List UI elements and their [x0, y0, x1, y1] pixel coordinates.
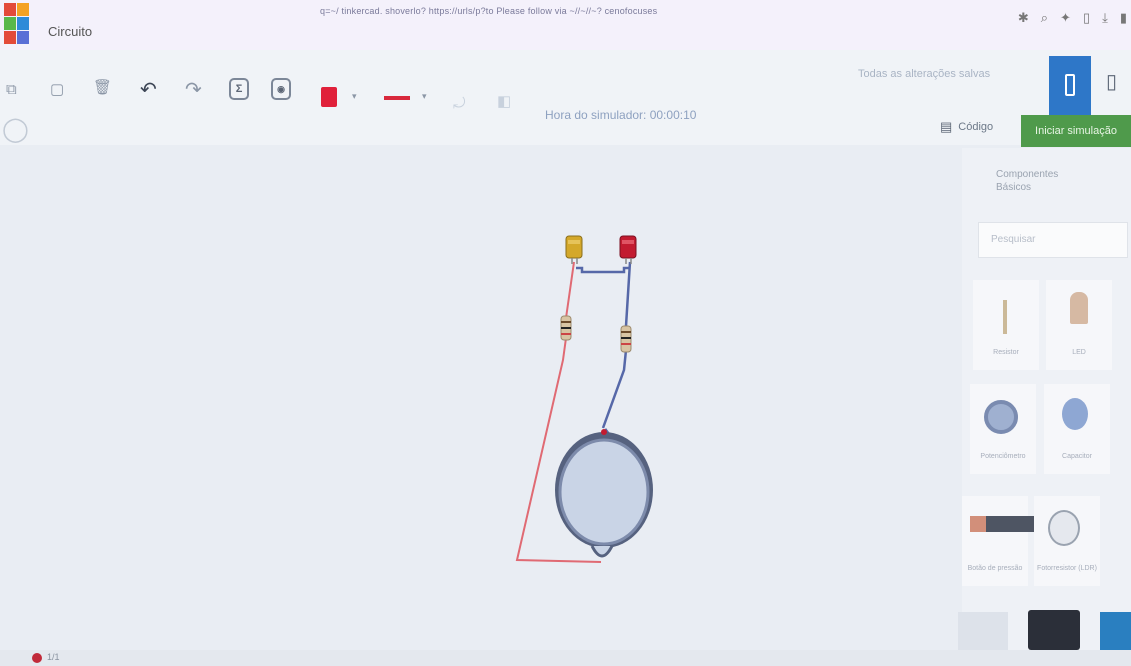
tinkercad-logo[interactable] [4, 3, 29, 44]
component-label: Capacitor [1062, 453, 1092, 460]
search-input[interactable]: Pesquisar [978, 222, 1128, 258]
component-tile-potentiometer[interactable]: Potenciômetro [970, 384, 1036, 474]
components-heading[interactable]: Componentes Básicos [996, 168, 1058, 194]
component-tile-capacitor[interactable]: Capacitor [1044, 384, 1110, 474]
wire-led-bridge[interactable] [576, 266, 630, 274]
download-icon[interactable]: ⤓ [1102, 10, 1108, 26]
push-button-icon [970, 516, 1036, 532]
browser-bar: q=~/ tinkercad. shoverlo? https://urls/p… [0, 0, 1131, 50]
rotate-icon[interactable]: ⤾ [453, 96, 466, 111]
undo-icon[interactable]: ↶ [140, 80, 157, 100]
component-label: Fotorresistor (LDR) [1037, 565, 1097, 572]
logo-tile [17, 31, 29, 44]
paste-icon[interactable]: ▢ [50, 82, 64, 97]
error-indicator-icon[interactable] [32, 653, 42, 663]
redo-icon[interactable]: ↷ [185, 80, 202, 100]
browser-icons: ✱ ⌕ ✦ ▯ ⤓ ▮ [1018, 10, 1127, 26]
logo-tile [17, 17, 29, 30]
chevron-down-icon[interactable]: ▾ [422, 92, 427, 101]
panel-placeholder-tile [958, 612, 1008, 650]
notes-visibility-icon[interactable]: ◉ [271, 78, 291, 100]
note-icon[interactable]: Σ [229, 78, 249, 100]
schematic-view-icon[interactable]: ▯ [1106, 72, 1117, 92]
logo-tile [17, 3, 29, 16]
led-icon [1070, 292, 1088, 324]
saved-status: Todas as alterações salvas [858, 68, 991, 80]
flip-icon[interactable]: ◧ [497, 94, 511, 109]
logo-tile [4, 31, 16, 44]
components-title: Componentes [996, 169, 1059, 180]
status-bar: 1/1 [0, 650, 1131, 666]
status-count: 1/1 [47, 652, 60, 662]
component-label: Botão de pressão [967, 565, 1023, 572]
extension-icon[interactable]: ✱ [1018, 10, 1029, 26]
wire-color-picker[interactable] [384, 96, 410, 100]
more-icon[interactable]: ▮ [1120, 10, 1127, 26]
component-tile-resistor[interactable]: Resistor [973, 280, 1039, 370]
device-icon [1065, 74, 1075, 96]
logo-tile [4, 17, 16, 30]
component-label: Potenciômetro [980, 453, 1026, 460]
potentiometer-icon [984, 400, 1018, 434]
coin-battery[interactable] [555, 428, 653, 558]
code-label: Código [958, 121, 994, 133]
copy-icon[interactable]: ⧉ [6, 82, 17, 97]
view-toggle-button[interactable] [1049, 56, 1091, 116]
zoom-fit-icon[interactable]: ◯ [2, 118, 29, 142]
code-button[interactable]: ▤ Código [940, 119, 993, 135]
component-tile-push-button[interactable]: Botão de pressão [962, 496, 1036, 586]
microbit-thumbnail[interactable] [1028, 610, 1080, 650]
url-bar[interactable]: q=~/ tinkercad. shoverlo? https://urls/p… [320, 6, 657, 16]
components-subtitle: Básicos [996, 182, 1032, 193]
photoresistor-icon [1048, 510, 1080, 546]
component-label: Resistor [993, 349, 1019, 356]
logo-tile [4, 3, 16, 16]
led-yellow[interactable] [565, 235, 583, 264]
chevron-down-icon[interactable]: ▾ [352, 92, 357, 101]
start-simulation-button[interactable]: Iniciar simulação [1021, 115, 1131, 147]
resistor-icon [1003, 300, 1007, 334]
color-picker-swatch[interactable] [321, 87, 337, 107]
simulator-time: Hora do simulador: 00:00:10 [545, 108, 697, 122]
resistor-right[interactable] [620, 325, 632, 353]
led-red[interactable] [619, 235, 637, 264]
code-icon: ▤ [940, 119, 953, 134]
window-icon[interactable]: ▯ [1083, 10, 1090, 26]
component-tile-led[interactable]: LED [1046, 280, 1112, 370]
arduino-thumbnail[interactable] [1100, 612, 1131, 650]
component-label: LED [1072, 349, 1086, 356]
star-icon[interactable]: ✦ [1060, 10, 1071, 26]
resistor-left[interactable] [560, 315, 572, 341]
delete-icon[interactable]: 🗑︎ [93, 80, 112, 95]
component-tile-photoresistor[interactable]: Fotorresistor (LDR) [1034, 496, 1100, 586]
circuit-canvas[interactable] [0, 145, 960, 650]
capacitor-icon [1062, 398, 1088, 430]
search-icon[interactable]: ⌕ [1041, 10, 1048, 26]
circuit-title[interactable]: Circuito [48, 24, 92, 39]
